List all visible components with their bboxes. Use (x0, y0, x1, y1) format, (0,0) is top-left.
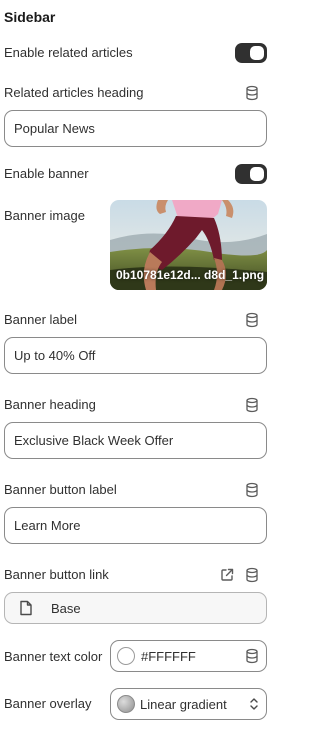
banner-button-link-value: Base (51, 600, 81, 616)
panel-title: Sidebar (4, 9, 56, 25)
banner-label-input[interactable]: Up to 40% Off (4, 337, 267, 374)
banner-button-label-input[interactable]: Learn More (4, 507, 267, 544)
enable-related-articles-label: Enable related articles (4, 45, 133, 60)
page-icon (20, 600, 32, 616)
banner-heading-input[interactable]: Exclusive Black Week Offer (4, 422, 267, 459)
banner-button-label-value: Learn More (14, 518, 81, 533)
banner-button-link-input[interactable]: Base (4, 592, 267, 624)
related-articles-heading-input[interactable]: Popular News (4, 110, 267, 147)
database-icon[interactable] (244, 648, 260, 664)
database-icon[interactable] (244, 482, 260, 498)
banner-overlay-select[interactable]: Linear gradient (110, 688, 267, 720)
toggle-knob (250, 167, 264, 181)
banner-text-color-picker[interactable]: #FFFFFF (110, 640, 267, 672)
banner-overlay-label: Banner overlay (4, 696, 92, 711)
database-icon[interactable] (244, 312, 260, 328)
enable-banner-label: Enable banner (4, 166, 89, 181)
enable-related-articles-toggle[interactable] (235, 43, 267, 63)
banner-heading-label: Banner heading (4, 397, 96, 412)
banner-image-picker[interactable]: 0b10781e12d... d8d_1.png (110, 200, 267, 290)
banner-button-label-label: Banner button label (4, 482, 117, 497)
external-link-icon[interactable] (219, 567, 235, 583)
database-icon[interactable] (244, 397, 260, 413)
banner-image-filename: 0b10781e12d... d8d_1.png (116, 268, 265, 282)
related-articles-heading-value: Popular News (14, 121, 95, 136)
gradient-swatch (117, 695, 135, 713)
enable-banner-toggle[interactable] (235, 164, 267, 184)
banner-overlay-value: Linear gradient (140, 696, 227, 712)
database-icon[interactable] (244, 567, 260, 583)
banner-text-color-label: Banner text color (4, 649, 103, 664)
database-icon[interactable] (244, 85, 260, 101)
banner-button-link-label: Banner button link (4, 567, 109, 582)
chevron-up-down-icon (250, 698, 258, 710)
banner-label-label: Banner label (4, 312, 77, 327)
banner-heading-value: Exclusive Black Week Offer (14, 433, 174, 448)
related-articles-heading-label: Related articles heading (4, 85, 144, 100)
banner-label-value: Up to 40% Off (14, 348, 96, 363)
banner-text-color-value: #FFFFFF (141, 648, 196, 664)
color-swatch[interactable] (117, 647, 135, 665)
toggle-knob (250, 46, 264, 60)
banner-image-label: Banner image (4, 208, 85, 223)
